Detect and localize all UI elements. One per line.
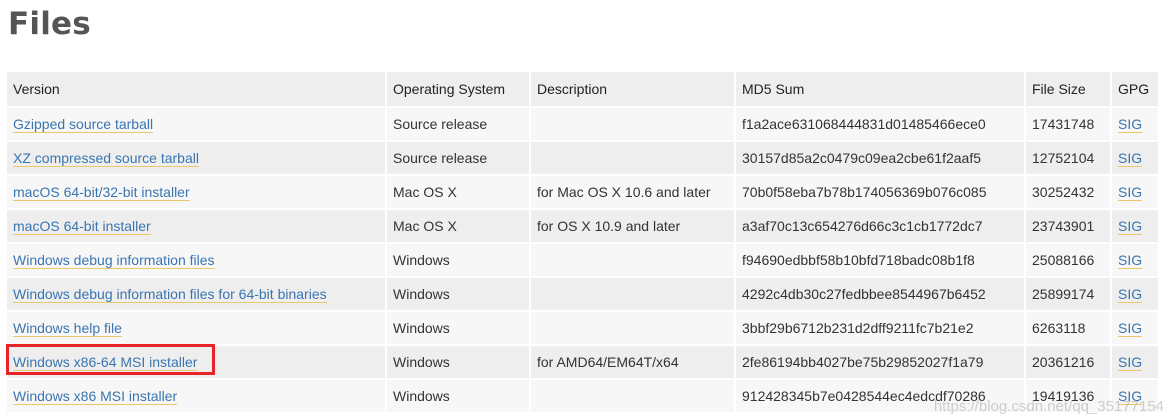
os-cell: Windows	[386, 345, 531, 380]
download-link[interactable]: Gzipped source tarball	[13, 116, 154, 133]
gpg-cell: SIG	[1111, 243, 1160, 278]
column-header-gpg: GPG	[1111, 72, 1160, 108]
sig-link[interactable]: SIG	[1118, 354, 1143, 371]
os-cell: Windows	[386, 379, 531, 414]
md5-cell: 912428345b7e0428544ec4edcdf70286	[735, 379, 1026, 414]
os-cell: Windows	[386, 277, 531, 312]
description-cell	[530, 243, 736, 278]
download-link[interactable]: macOS 64-bit installer	[13, 218, 151, 235]
download-link[interactable]: macOS 64-bit/32-bit installer	[13, 184, 190, 201]
table-row: XZ compressed source tarball Source rele…	[7, 141, 1160, 176]
version-cell: Windows x86 MSI installer	[7, 379, 387, 414]
size-cell: 17431748	[1025, 107, 1112, 142]
download-link[interactable]: XZ compressed source tarball	[13, 150, 199, 167]
sig-link[interactable]: SIG	[1118, 320, 1143, 337]
table-row: Windows x86-64 MSI installer Windows for…	[7, 345, 1160, 380]
version-cell: Gzipped source tarball	[7, 107, 387, 142]
sig-link[interactable]: SIG	[1118, 150, 1143, 167]
table-row: Windows help file Windows 3bbf29b6712b23…	[7, 311, 1160, 346]
table-row: Windows x86 MSI installer Windows 912428…	[7, 379, 1160, 414]
files-table: Version Operating System Description MD5…	[7, 72, 1160, 414]
os-cell: Mac OS X	[386, 175, 531, 210]
description-cell: for OS X 10.9 and later	[530, 209, 736, 244]
os-cell: Source release	[386, 141, 531, 176]
description-cell	[530, 107, 736, 142]
column-header-version: Version	[7, 72, 387, 108]
gpg-cell: SIG	[1111, 277, 1160, 312]
version-cell: Windows debug information files	[7, 243, 387, 278]
md5-cell: 4292c4db30c27fedbbee8544967b6452	[735, 277, 1026, 312]
md5-cell: 3bbf29b6712b231d2dff9211fc7b21e2	[735, 311, 1026, 346]
version-cell: Windows x86-64 MSI installer	[7, 345, 387, 380]
md5-cell: a3af70c13c654276d66c3c1cb1772dc7	[735, 209, 1026, 244]
gpg-cell: SIG	[1111, 141, 1160, 176]
os-cell: Windows	[386, 311, 531, 346]
md5-cell: 30157d85a2c0479c09ea2cbe61f2aaf5	[735, 141, 1026, 176]
version-cell: macOS 64-bit installer	[7, 209, 387, 244]
gpg-cell: SIG	[1111, 345, 1160, 380]
download-link[interactable]: Windows debug information files	[13, 252, 215, 269]
download-link[interactable]: Windows debug information files for 64-b…	[13, 286, 327, 303]
table-row: macOS 64-bit installer Mac OS X for OS X…	[7, 209, 1160, 244]
description-cell	[530, 311, 736, 346]
table-row: Gzipped source tarball Source release f1…	[7, 107, 1160, 142]
column-header-md5: MD5 Sum	[735, 72, 1026, 108]
sig-link[interactable]: SIG	[1118, 218, 1143, 235]
description-cell	[530, 277, 736, 312]
gpg-cell: SIG	[1111, 107, 1160, 142]
description-cell: for Mac OS X 10.6 and later	[530, 175, 736, 210]
size-cell: 6263118	[1025, 311, 1112, 346]
sig-link[interactable]: SIG	[1118, 286, 1143, 303]
description-cell: for AMD64/EM64T/x64	[530, 345, 736, 380]
description-cell	[530, 141, 736, 176]
md5-cell: f1a2ace631068444831d01485466ece0	[735, 107, 1026, 142]
md5-cell: 70b0f58eba7b78b174056369b076c085	[735, 175, 1026, 210]
table-row: Windows debug information files for 64-b…	[7, 277, 1160, 312]
column-header-description: Description	[530, 72, 736, 108]
download-link[interactable]: Windows x86-64 MSI installer	[13, 354, 198, 371]
md5-cell: f94690edbbf58b10bfd718badc08b1f8	[735, 243, 1026, 278]
version-cell: XZ compressed source tarball	[7, 141, 387, 176]
column-header-size: File Size	[1025, 72, 1112, 108]
sig-link[interactable]: SIG	[1118, 388, 1143, 405]
download-link[interactable]: Windows x86 MSI installer	[13, 388, 178, 405]
download-link[interactable]: Windows help file	[13, 320, 122, 337]
table-header-row: Version Operating System Description MD5…	[7, 72, 1160, 108]
os-cell: Source release	[386, 107, 531, 142]
os-cell: Mac OS X	[386, 209, 531, 244]
size-cell: 23743901	[1025, 209, 1112, 244]
column-header-os: Operating System	[386, 72, 531, 108]
sig-link[interactable]: SIG	[1118, 184, 1143, 201]
description-cell	[530, 379, 736, 414]
version-cell: Windows help file	[7, 311, 387, 346]
os-cell: Windows	[386, 243, 531, 278]
md5-cell: 2fe86194bb4027be75b29852027f1a79	[735, 345, 1026, 380]
sig-link[interactable]: SIG	[1118, 252, 1143, 269]
gpg-cell: SIG	[1111, 379, 1160, 414]
table-body: Gzipped source tarball Source release f1…	[7, 107, 1160, 414]
gpg-cell: SIG	[1111, 311, 1160, 346]
page-title: Files	[8, 6, 91, 42]
gpg-cell: SIG	[1111, 175, 1160, 210]
table-row: macOS 64-bit/32-bit installer Mac OS X f…	[7, 175, 1160, 210]
size-cell: 19419136	[1025, 379, 1112, 414]
table-row: Windows debug information files Windows …	[7, 243, 1160, 278]
sig-link[interactable]: SIG	[1118, 116, 1143, 133]
size-cell: 20361216	[1025, 345, 1112, 380]
version-cell: macOS 64-bit/32-bit installer	[7, 175, 387, 210]
files-page: Files Version Operating System Descripti…	[0, 0, 1174, 419]
size-cell: 30252432	[1025, 175, 1112, 210]
size-cell: 25088166	[1025, 243, 1112, 278]
size-cell: 25899174	[1025, 277, 1112, 312]
version-cell: Windows debug information files for 64-b…	[7, 277, 387, 312]
gpg-cell: SIG	[1111, 209, 1160, 244]
size-cell: 12752104	[1025, 141, 1112, 176]
